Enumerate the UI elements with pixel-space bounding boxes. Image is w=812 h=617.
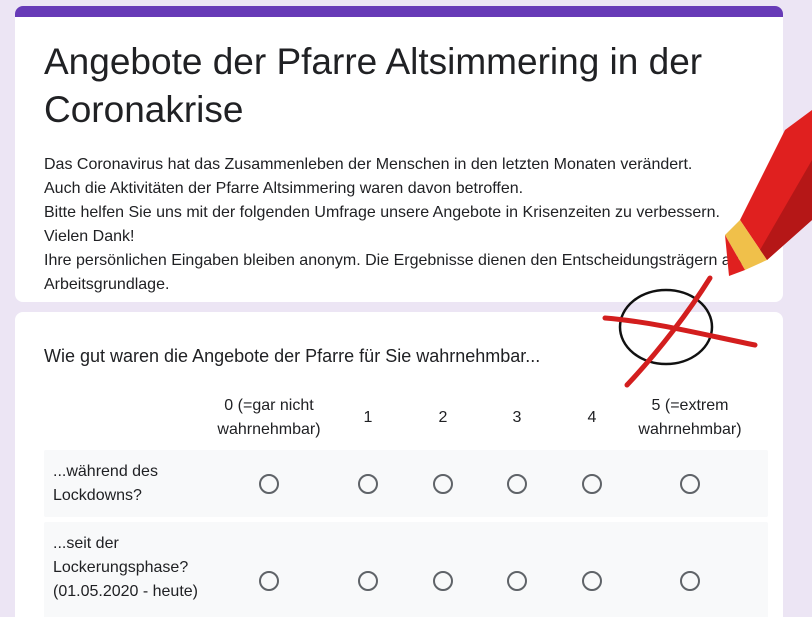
- radio-lockdown-0[interactable]: [259, 474, 279, 494]
- radio-lockerung-5[interactable]: [680, 571, 700, 591]
- row-label-lockdown: ...während des Lockdowns?: [53, 463, 158, 504]
- column-header-3: 3: [512, 409, 522, 426]
- radio-lockerung-4[interactable]: [582, 571, 602, 591]
- question-title: Wie gut waren die Angebote der Pfarre fü…: [44, 346, 541, 366]
- radio-lockdown-2[interactable]: [433, 474, 453, 494]
- radio-lockerung-1[interactable]: [358, 571, 378, 591]
- column-header-4: 4: [587, 409, 597, 426]
- radio-lockdown-1[interactable]: [358, 474, 378, 494]
- row-label-lockerungsphase: ...seit der Lockerungsphase? (01.05.2020…: [53, 535, 198, 600]
- column-header-1: 1: [363, 409, 373, 426]
- radio-lockerung-2[interactable]: [433, 571, 453, 591]
- grid-row-lockdown: ...während des Lockdowns?: [44, 450, 768, 517]
- description-line-4: Ihre persönlichen Eingaben bleiben anony…: [44, 252, 743, 293]
- description-line-1: Das Coronavirus hat das Zusammenleben de…: [44, 156, 693, 173]
- radio-lockdown-5[interactable]: [680, 474, 700, 494]
- form-header-card: Angebote der Pfarre Altsimmering in der …: [15, 6, 783, 302]
- radio-lockdown-3[interactable]: [507, 474, 527, 494]
- column-header-2: 2: [438, 409, 448, 426]
- radio-lockerung-0[interactable]: [259, 571, 279, 591]
- form-title: Angebote der Pfarre Altsimmering in der …: [44, 41, 703, 130]
- column-header-5: 5 (=extrem wahrnehmbar): [638, 397, 742, 438]
- radio-lockdown-4[interactable]: [582, 474, 602, 494]
- grid-row-lockerungsphase: ...seit der Lockerungsphase? (01.05.2020…: [44, 522, 768, 617]
- question-card: Wie gut waren die Angebote der Pfarre fü…: [15, 312, 783, 617]
- radio-lockerung-3[interactable]: [507, 571, 527, 591]
- column-header-0: 0 (=gar nicht wahrnehmbar): [217, 397, 321, 438]
- accent-bar: [15, 6, 783, 17]
- description-line-2: Auch die Aktivitäten der Pfarre Altsimme…: [44, 180, 524, 197]
- grid-column-headers: 0 (=gar nicht wahrnehmbar) 1 2 3 4 5 (=e…: [15, 394, 783, 450]
- description-line-3: Bitte helfen Sie uns mit der folgenden U…: [44, 204, 720, 245]
- form-description: Das Coronavirus hat das Zusammenleben de…: [44, 153, 764, 297]
